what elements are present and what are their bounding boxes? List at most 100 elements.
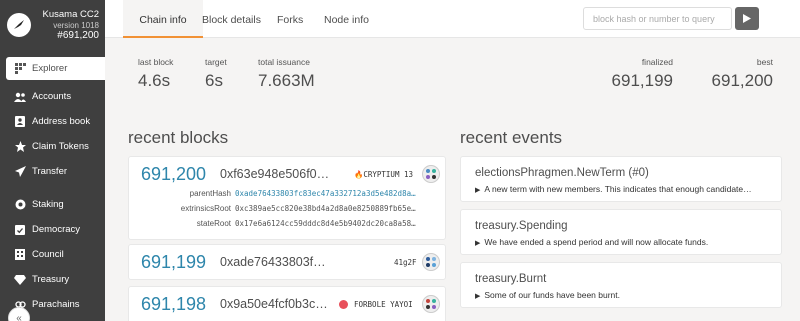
event-description: ▶ Some of our funds have been burnt. [475, 290, 620, 300]
block-author-name: CRYPTIUM 13 [363, 170, 414, 179]
detail-value: 0xc389ae5cc820e38bd4a2d8a0e8250889fb65e… [235, 204, 416, 213]
summary-label: total issuance [258, 57, 310, 67]
summary-best: best 691,200 [712, 57, 773, 91]
author-identicon[interactable] [422, 165, 440, 183]
address-book-icon [14, 116, 26, 128]
sidebar-item-label: Parachains [32, 299, 80, 310]
chain-logo-icon[interactable] [7, 13, 31, 37]
caret-right-icon[interactable]: ▶ [475, 292, 480, 300]
summary-last-block: last block 4.6s [138, 57, 173, 91]
sidebar-divider [0, 184, 105, 192]
recent-events-title: recent events [460, 128, 563, 147]
block-author[interactable]: FORBOLE YAYOI [354, 300, 413, 309]
double-chevron-left-icon: « [16, 312, 22, 321]
block-number-link[interactable]: 691,200 [141, 164, 206, 185]
author-status-dot [339, 300, 348, 309]
event-desc-text: A new term with new members. This indica… [484, 184, 752, 194]
block-card: 691,199 0xade76433803f… 41g2F [128, 244, 446, 280]
calendar-check-icon [14, 224, 26, 236]
sidebar-item-label: Claim Tokens [32, 141, 89, 152]
sidebar-item-label: Council [32, 249, 64, 260]
summary-label: finalized [641, 57, 673, 67]
detail-key: parentHash [189, 189, 231, 198]
author-identicon[interactable] [422, 253, 440, 271]
event-title: electionsPhragmen.NewTerm (#0) [475, 167, 649, 179]
summary-label: target [205, 57, 227, 67]
block-author[interactable]: 🔥CRYPTIUM 13 [354, 170, 413, 179]
star-icon [14, 141, 26, 153]
fire-icon: 🔥 [354, 170, 364, 179]
summary-finalized: finalized 691,199 [612, 57, 673, 91]
summary-value: 691,200 [711, 71, 773, 90]
sidebar-item-label: Staking [32, 199, 64, 210]
sidebar-item-council[interactable]: Council [0, 242, 105, 267]
sidebar-item-label: Accounts [32, 91, 72, 102]
detail-key: stateRoot [196, 219, 231, 228]
sidebar-item-explorer[interactable]: Explorer [6, 57, 105, 80]
sidebar: Kusama CC2 version 1018 #691,200 Explore… [0, 0, 105, 321]
block-author[interactable]: 41g2F [394, 258, 417, 267]
summary-value: 6s [205, 71, 223, 90]
block-search-input[interactable] [583, 7, 732, 30]
summary-label: last block [138, 57, 174, 67]
play-icon [743, 14, 751, 23]
sidebar-item-label: Address book [32, 116, 91, 127]
detail-key: extrinsicsRoot [180, 204, 231, 213]
certificate-icon [14, 199, 26, 211]
summary-target: target 6s [205, 57, 227, 91]
block-card: 691,200 0xf63e948e506f0… 🔥CRYPTIUM 13 pa… [128, 156, 446, 240]
tab-node-info[interactable]: Node info [324, 0, 369, 38]
caret-right-icon[interactable]: ▶ [475, 186, 480, 194]
event-card[interactable]: electionsPhragmen.NewTerm (#0) ▶ A new te… [460, 156, 782, 202]
event-desc-text: Some of our funds have been burnt. [484, 290, 621, 300]
chain-name: Kusama CC2 [42, 9, 100, 20]
detail-value-link[interactable]: 0xade76433803fc83ec47a332712a3d5e482d8a… [235, 189, 440, 198]
event-card[interactable]: treasury.Burnt ▶ Some of our funds have b… [460, 262, 782, 308]
paper-plane-icon [14, 166, 26, 178]
tab-block-details[interactable]: Block details [202, 0, 261, 38]
sidebar-item-claim-tokens[interactable]: Claim Tokens [0, 134, 105, 159]
sidebar-item-accounts[interactable]: Accounts [0, 84, 105, 109]
block-detail-row: stateRoot 0x17e6a6124cc59dddc8d4e5b9402d… [129, 219, 447, 229]
block-detail-row: extrinsicsRoot 0xc389ae5cc820e38bd4a2d8a… [129, 204, 447, 214]
block-hash: 0xade76433803f… [220, 255, 326, 269]
recent-blocks-title: recent blocks [128, 128, 229, 147]
sidebar-item-staking[interactable]: Staking [0, 192, 105, 217]
summary-total-issuance: total issuance 7.663M [258, 57, 315, 91]
event-desc-text: We have ended a spend period and will no… [484, 237, 709, 247]
block-card: 691,198 0x9a50e4fcf0b3c… FORBOLE YAYOI [128, 286, 446, 321]
sidebar-item-label: Explorer [32, 63, 68, 74]
block-number-link[interactable]: 691,198 [141, 294, 206, 315]
event-card[interactable]: treasury.Spending ▶ We have ended a spend… [460, 209, 782, 255]
block-hash: 0x9a50e4fcf0b3c… [220, 297, 328, 311]
caret-right-icon[interactable]: ▶ [475, 239, 480, 247]
building-icon [14, 249, 26, 261]
summary-value: 4.6s [138, 71, 171, 90]
sidebar-item-label: Democracy [32, 224, 81, 235]
sidebar-item-transfer[interactable]: Transfer [0, 159, 105, 184]
detail-value: 0x17e6a6124cc59dddc8d4e5b9402dc20ca8a58… [235, 219, 416, 228]
event-title: treasury.Spending [475, 220, 568, 232]
summary-value: 691,199 [611, 71, 673, 90]
block-hash: 0xf63e948e506f0… [220, 167, 330, 181]
sidebar-item-label: Treasury [32, 274, 70, 285]
sidebar-item-label: Transfer [32, 166, 68, 177]
chain-best-block: #691,200 [57, 30, 99, 42]
top-nav: Chain info Block details Forks Node info [105, 0, 800, 38]
tab-chain-info[interactable]: Chain info [123, 0, 203, 38]
sidebar-item-treasury[interactable]: Treasury [0, 267, 105, 292]
users-icon [14, 91, 26, 103]
explorer-icon [14, 63, 26, 75]
author-identicon[interactable] [422, 295, 440, 313]
sidebar-item-address-book[interactable]: Address book [0, 109, 105, 134]
sidebar-item-democracy[interactable]: Democracy [0, 217, 105, 242]
search-submit-button[interactable] [735, 7, 759, 30]
block-detail-row: parentHash 0xade76433803fc83ec47a332712a… [129, 189, 447, 199]
block-number-link[interactable]: 691,199 [141, 252, 206, 273]
chain-header: Kusama CC2 version 1018 #691,200 [0, 0, 105, 52]
chain-version: version 1018 [53, 20, 99, 30]
event-description: ▶ A new term with new members. This indic… [475, 184, 752, 194]
tab-forks[interactable]: Forks [277, 0, 303, 38]
event-description: ▶ We have ended a spend period and will n… [475, 237, 708, 247]
summary-value: 7.663M [258, 71, 315, 90]
